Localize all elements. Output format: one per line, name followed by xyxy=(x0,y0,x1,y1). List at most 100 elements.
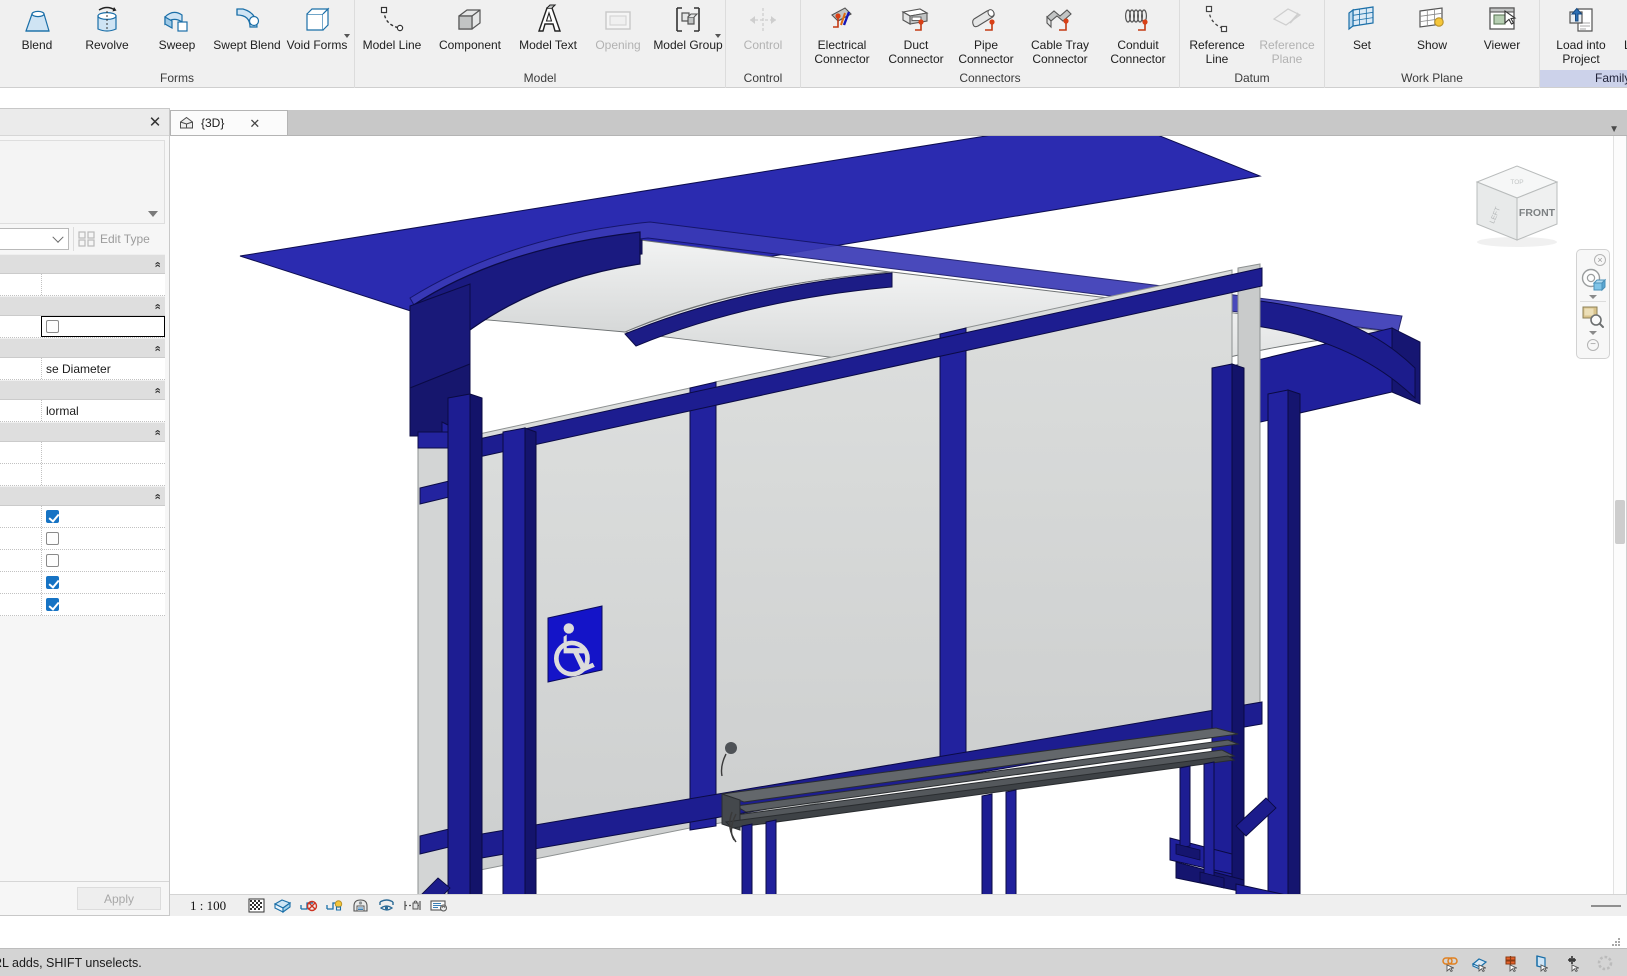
collapse-chevron-icon[interactable]: « xyxy=(151,429,163,435)
ribbon-button-component[interactable]: Component xyxy=(427,1,513,53)
ribbon-button-load-into-project[interactable]: Load into Project xyxy=(1542,1,1620,66)
close-icon[interactable]: ✕ xyxy=(147,114,163,130)
filter-count-icon[interactable] xyxy=(1595,954,1615,972)
property-row[interactable] xyxy=(0,572,165,594)
property-row[interactable] xyxy=(0,528,165,550)
ribbon-button-model-line[interactable]: Model Line xyxy=(357,1,427,53)
property-row[interactable]: se Diameter xyxy=(0,358,165,380)
ribbon-button-model-text[interactable]: Model Text xyxy=(513,1,583,53)
ribbon-button-swept-blend[interactable]: Swept Blend xyxy=(212,1,282,53)
resize-grip-icon[interactable] xyxy=(1612,936,1621,946)
chevron-down-icon[interactable] xyxy=(148,211,158,217)
dropdown-caret-icon[interactable] xyxy=(715,33,721,38)
property-value[interactable] xyxy=(41,274,165,295)
view-resize-handle[interactable] xyxy=(1591,904,1621,907)
ribbon-button-electrical-connector[interactable]: Electrical Connector xyxy=(803,1,881,66)
property-value[interactable] xyxy=(41,594,165,615)
ribbon-button-pipe-connector[interactable]: Pipe Connector xyxy=(951,1,1021,66)
visual-style-icon[interactable] xyxy=(273,897,292,914)
property-section-header[interactable]: « xyxy=(0,486,165,506)
steering-wheels-icon[interactable] xyxy=(1580,267,1606,293)
collapse-chevron-icon[interactable]: « xyxy=(151,493,163,499)
property-checkbox[interactable] xyxy=(46,598,59,611)
property-row[interactable] xyxy=(0,316,165,338)
edit-type-button[interactable]: Edit Type xyxy=(73,227,165,251)
chevron-down-icon[interactable] xyxy=(1589,295,1597,299)
bus-shelter-model[interactable] xyxy=(170,136,1627,894)
property-row[interactable] xyxy=(0,550,165,572)
navigation-bar[interactable]: × − xyxy=(1576,249,1610,359)
drawing-canvas-3d[interactable]: FRONT LEFT TOP × − xyxy=(170,136,1627,894)
collapse-chevron-icon[interactable]: « xyxy=(151,387,163,393)
property-section-header[interactable]: « xyxy=(0,422,165,442)
detail-level-icon[interactable] xyxy=(247,897,266,914)
ribbon-button-blend[interactable]: Blend xyxy=(2,1,72,53)
property-checkbox[interactable] xyxy=(46,554,59,567)
filter-pinned-elements-icon[interactable] xyxy=(1564,954,1584,972)
type-selector-combobox[interactable] xyxy=(0,228,69,250)
close-icon[interactable]: ✕ xyxy=(249,117,260,130)
collapse-chevron-icon[interactable]: « xyxy=(151,345,163,351)
property-checkbox[interactable] xyxy=(46,576,59,589)
property-section-header[interactable]: « xyxy=(0,296,165,316)
view-scale-label[interactable]: 1 : 100 xyxy=(190,898,226,914)
accessibility-sign[interactable] xyxy=(547,605,603,683)
property-value[interactable] xyxy=(41,316,165,337)
filter-model-categories-icon[interactable] xyxy=(1471,954,1491,972)
crop-view-icon[interactable] xyxy=(377,897,396,914)
ribbon-button-duct-connector[interactable]: Duct Connector xyxy=(881,1,951,66)
close-icon[interactable]: × xyxy=(1594,254,1606,266)
property-row[interactable]: lormal xyxy=(0,400,165,422)
chevron-down-icon[interactable] xyxy=(1589,331,1597,335)
ribbon-button-conduit-connector[interactable]: Conduit Connector xyxy=(1099,1,1177,66)
ribbon-button-sweep[interactable]: Sweep xyxy=(142,1,212,53)
property-value[interactable]: lormal xyxy=(41,400,165,421)
view-tab-3d[interactable]: {3D} ✕ xyxy=(170,110,288,135)
property-row[interactable] xyxy=(0,464,165,486)
filter-annotation-categories-icon[interactable] xyxy=(1502,954,1522,972)
property-value[interactable] xyxy=(41,572,165,593)
property-row[interactable] xyxy=(0,442,165,464)
ribbon-button-viewer[interactable]: Viewer xyxy=(1467,1,1537,53)
scrollbar-thumb[interactable] xyxy=(1615,500,1625,544)
properties-parameter-grid[interactable]: « « « se Diameter « lormal « « xyxy=(0,254,165,881)
filter-links-icon[interactable] xyxy=(1440,954,1460,972)
tab-overflow-chevron-icon[interactable]: ▼ xyxy=(1609,124,1627,135)
ribbon-button-set[interactable]: Set xyxy=(1327,1,1397,53)
filter-datums-icon[interactable] xyxy=(1533,954,1553,972)
property-value[interactable] xyxy=(41,442,165,463)
property-checkbox[interactable] xyxy=(46,320,59,333)
show-crop-region-icon[interactable] xyxy=(403,897,422,914)
shadows-icon[interactable] xyxy=(325,897,344,914)
ribbon-button-show[interactable]: Show xyxy=(1397,1,1467,53)
apply-button[interactable]: Apply xyxy=(77,887,161,910)
temporary-hide-isolate-icon[interactable] xyxy=(429,897,448,914)
ribbon-button-revolve[interactable]: Revolve xyxy=(72,1,142,53)
ribbon-button-reference-line[interactable]: Reference Line xyxy=(1182,1,1252,66)
zoom-tool-icon[interactable] xyxy=(1580,303,1606,329)
property-row[interactable] xyxy=(0,594,165,616)
property-section-header[interactable]: « xyxy=(0,338,165,358)
render-dialog-icon[interactable] xyxy=(351,897,370,914)
dropdown-caret-icon[interactable] xyxy=(344,33,350,38)
property-row[interactable] xyxy=(0,274,165,296)
property-row[interactable] xyxy=(0,506,165,528)
property-value[interactable] xyxy=(41,550,165,571)
property-value[interactable] xyxy=(41,464,165,485)
property-checkbox[interactable] xyxy=(46,510,59,523)
ribbon-button-cable-tray-connector[interactable]: Cable Tray Connector xyxy=(1021,1,1099,66)
canvas-vertical-scrollbar[interactable] xyxy=(1613,136,1626,894)
ribbon-button-model-group[interactable]: Model Group xyxy=(653,1,723,53)
collapse-chevron-icon[interactable]: « xyxy=(151,261,163,267)
sun-path-icon[interactable] xyxy=(299,897,318,914)
ribbon-button-void-forms[interactable]: Void Forms xyxy=(282,1,352,53)
ribbon-button-load-into-project-and-close[interactable]: Load into Project and Close xyxy=(1620,1,1627,66)
property-section-header[interactable]: « xyxy=(0,380,165,400)
property-value[interactable] xyxy=(41,506,165,527)
collapse-chevron-icon[interactable]: « xyxy=(151,303,163,309)
property-value[interactable]: se Diameter xyxy=(41,358,165,379)
property-value[interactable] xyxy=(41,528,165,549)
minimize-icon[interactable]: − xyxy=(1587,339,1599,351)
property-section-header[interactable]: « xyxy=(0,254,165,274)
property-checkbox[interactable] xyxy=(46,532,59,545)
